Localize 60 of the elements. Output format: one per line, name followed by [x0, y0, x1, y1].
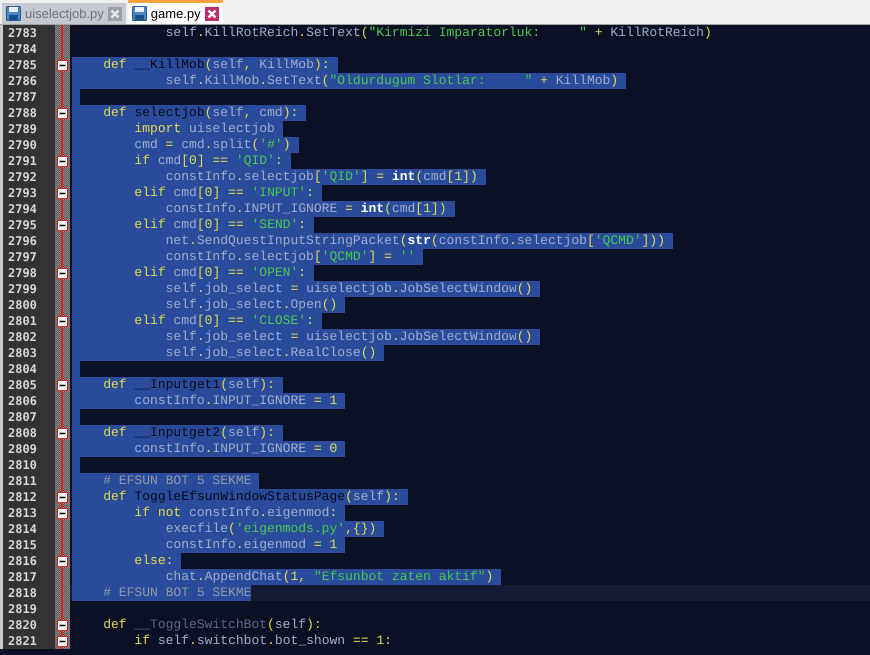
line-number: 2793: [8, 185, 37, 201]
collapse-icon[interactable]: [57, 156, 68, 166]
line-number: 2807: [8, 409, 37, 425]
line-number: 2819: [8, 601, 37, 617]
collapse-icon[interactable]: [57, 188, 68, 198]
line-number: 2783: [8, 25, 37, 41]
line-number: 2809: [8, 441, 37, 457]
line-number: 2796: [8, 233, 37, 249]
floppy-icon: [6, 6, 21, 21]
line-number: 2786: [8, 73, 37, 89]
line-number: 2789: [8, 121, 37, 137]
line-number: 2801: [8, 313, 37, 329]
line-number: 2794: [8, 201, 37, 217]
line-number: 2792: [8, 169, 37, 185]
line-number: 2820: [8, 617, 37, 633]
collapse-icon[interactable]: [57, 316, 68, 326]
line-number: 2814: [8, 521, 37, 537]
line-number: 2811: [8, 473, 37, 489]
line-number: 2790: [8, 137, 37, 153]
line-number: 2795: [8, 217, 37, 233]
line-number: 2813: [8, 505, 37, 521]
line-number: 2785: [8, 57, 37, 73]
line-number: 2800: [8, 297, 37, 313]
line-number: 2821: [8, 633, 37, 649]
line-number: 2804: [8, 361, 37, 377]
line-number: 2808: [8, 425, 37, 441]
collapse-icon[interactable]: [57, 556, 68, 566]
line-number: 2802: [8, 329, 37, 345]
collapse-icon[interactable]: [57, 492, 68, 502]
file-tab[interactable]: game.py: [128, 0, 223, 24]
collapse-icon[interactable]: [57, 220, 68, 230]
line-number: 2797: [8, 249, 37, 265]
line-number: 2788: [8, 105, 37, 121]
line-number: 2784: [8, 41, 37, 57]
collapse-icon[interactable]: [57, 428, 68, 438]
line-number: 2799: [8, 281, 37, 297]
collapse-icon[interactable]: [57, 60, 68, 70]
code-line: if self.switchbot.bot_shown == 1:: [133, 633, 392, 649]
collapse-icon[interactable]: [57, 108, 68, 118]
line-number: 2817: [8, 569, 37, 585]
line-number: 2818: [8, 585, 37, 601]
line-number: 2815: [8, 537, 37, 553]
line-number: 2812: [8, 489, 37, 505]
line-number: 2806: [8, 393, 37, 409]
collapse-icon[interactable]: [57, 620, 68, 630]
line-number: 2791: [8, 153, 37, 169]
collapse-icon[interactable]: [57, 380, 68, 390]
line-number: 2803: [8, 345, 37, 361]
line-number: 2787: [8, 89, 37, 105]
code-line: def __ToggleSwitchBot(self):: [102, 617, 322, 633]
collapse-icon[interactable]: [57, 268, 68, 278]
line-number: 2810: [8, 457, 37, 473]
collapse-icon[interactable]: [57, 636, 68, 646]
line-number: 2816: [8, 553, 37, 569]
collapse-icon[interactable]: [57, 508, 68, 518]
line-number: 2805: [8, 377, 37, 393]
close-icon[interactable]: [204, 6, 219, 20]
floppy-icon: [132, 6, 147, 21]
code-line: self.KillRotReich.SetText("Kirmizi Imparatorluk: " + KillRotReich): [164, 25, 712, 41]
line-number: 2798: [8, 265, 37, 281]
